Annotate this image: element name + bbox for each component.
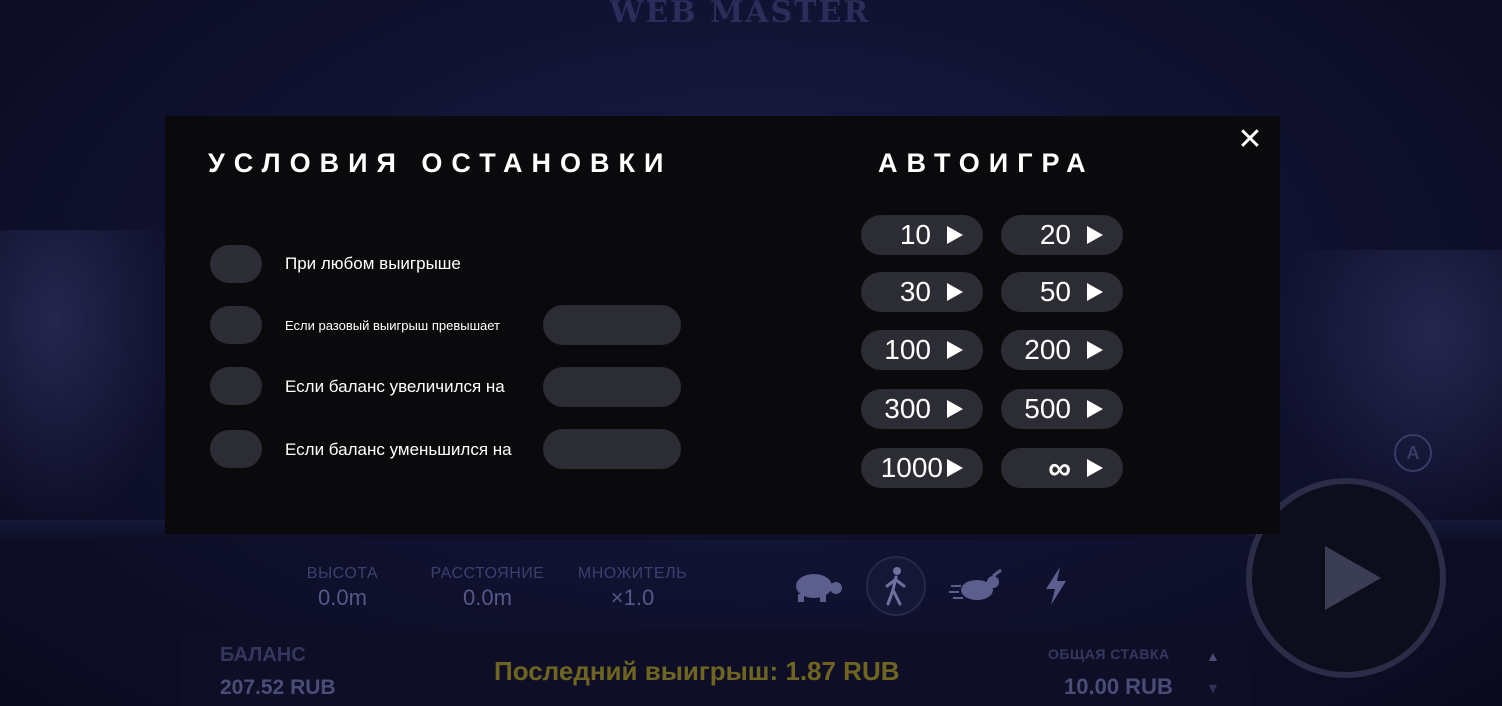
play-icon: [947, 341, 963, 359]
play-icon: [1087, 459, 1103, 477]
autoplay-50-button[interactable]: 50: [1001, 272, 1123, 312]
bet-decrease-icon[interactable]: ▼: [1206, 680, 1220, 696]
stat-value: 0.0m: [318, 585, 367, 610]
stop-condition-balance-decrease: Если баланс уменьшился на: [210, 429, 681, 469]
walk-icon[interactable]: [866, 556, 926, 616]
close-icon[interactable]: ✕: [1236, 125, 1264, 155]
condition-label: При любом выигрыше: [285, 254, 461, 273]
balance-decrease-input[interactable]: [543, 429, 681, 469]
clouds-left: [0, 230, 180, 530]
autoplay-20-button[interactable]: 20: [1001, 215, 1123, 255]
play-icon: [1087, 283, 1103, 301]
autoplay-count: 1000: [880, 452, 943, 483]
balance-increase-input[interactable]: [543, 367, 681, 407]
lightning-icon[interactable]: [1026, 556, 1086, 616]
total-bet-value: 10.00 RUB: [1064, 674, 1173, 699]
stat-label: РАССТОЯНИЕ: [430, 565, 545, 582]
autoplay-1000-button[interactable]: 1000: [861, 448, 983, 488]
autoplay-infinite-button[interactable]: ∞: [1001, 448, 1123, 488]
play-icon: [947, 400, 963, 418]
autoplay-300-button[interactable]: 300: [861, 389, 983, 429]
play-icon: [1087, 400, 1103, 418]
autoplay-count: 20: [1039, 219, 1071, 250]
autoplay-count: 100: [884, 334, 931, 365]
stop-condition-any-win: При любом выигрыше: [210, 245, 461, 283]
condition-label: Если разовый выигрыш превышает: [285, 318, 500, 333]
stat-distance: РАССТОЯНИЕ 0.0m: [415, 565, 560, 611]
autoplay-count: 200: [1024, 334, 1071, 365]
autoplay-count: 500: [1024, 393, 1071, 424]
balance-label: БАЛАНС: [220, 644, 306, 666]
last-win-text: Последний выигрыш: 1.87 RUB: [494, 656, 900, 686]
condition-label: Если баланс увеличился на: [285, 377, 505, 396]
balance-value: 207.52 RUB: [220, 676, 336, 699]
single-win-input[interactable]: [543, 305, 681, 345]
play-icon: [1087, 226, 1103, 244]
toggle-single-win[interactable]: [210, 306, 262, 344]
play-icon: [1087, 341, 1103, 359]
stat-multiplier: МНОЖИТЕЛЬ ×1.0: [560, 565, 705, 611]
rabbit-icon[interactable]: [946, 556, 1006, 616]
speed-selector: [786, 556, 1086, 616]
autoplay-icon[interactable]: A: [1394, 434, 1432, 472]
stat-height: ВЫСОТА 0.0m: [270, 565, 415, 611]
infinity-icon: ∞: [1048, 449, 1071, 486]
autoplay-500-button[interactable]: 500: [1001, 389, 1123, 429]
stats-panel: ВЫСОТА 0.0m РАССТОЯНИЕ 0.0m МНОЖИТЕЛЬ ×1…: [270, 565, 705, 611]
autoplay-10-button[interactable]: 10: [861, 215, 983, 255]
play-icon: [947, 459, 963, 477]
stat-label: ВЫСОТА: [306, 565, 379, 582]
play-icon: [1325, 546, 1381, 610]
toggle-any-win[interactable]: [210, 245, 262, 283]
autoplay-200-button[interactable]: 200: [1001, 330, 1123, 370]
stop-condition-balance-increase: Если баланс увеличился на: [210, 367, 681, 407]
autoplay-count: 30: [899, 276, 931, 307]
stat-value: 0.0m: [463, 585, 512, 610]
toggle-balance-decrease[interactable]: [210, 430, 262, 468]
condition-label: Если баланс уменьшился на: [285, 440, 512, 459]
bet-increase-icon[interactable]: ▲: [1206, 648, 1220, 664]
autoplay-count: 10: [899, 219, 931, 250]
autoplay-count: 300: [884, 393, 931, 424]
stop-conditions-title: УСЛОВИЯ ОСТАНОВКИ: [208, 148, 673, 178]
stat-label: МНОЖИТЕЛЬ: [577, 565, 688, 582]
play-icon: [947, 226, 963, 244]
autoplay-title: АВТОИГРА: [878, 148, 1095, 178]
turtle-icon[interactable]: [786, 556, 846, 616]
autoplay-30-button[interactable]: 30: [861, 272, 983, 312]
game-logo: WEB MASTER: [609, 0, 871, 30]
toggle-balance-increase[interactable]: [210, 367, 262, 405]
stat-value: ×1.0: [610, 585, 655, 610]
total-bet-label: ОБЩАЯ СТАВКА: [1048, 646, 1170, 662]
autoplay-100-button[interactable]: 100: [861, 330, 983, 370]
play-icon: [947, 283, 963, 301]
autoplay-count: 50: [1039, 276, 1071, 307]
stop-condition-single-win: Если разовый выигрыш превышает: [210, 305, 681, 345]
